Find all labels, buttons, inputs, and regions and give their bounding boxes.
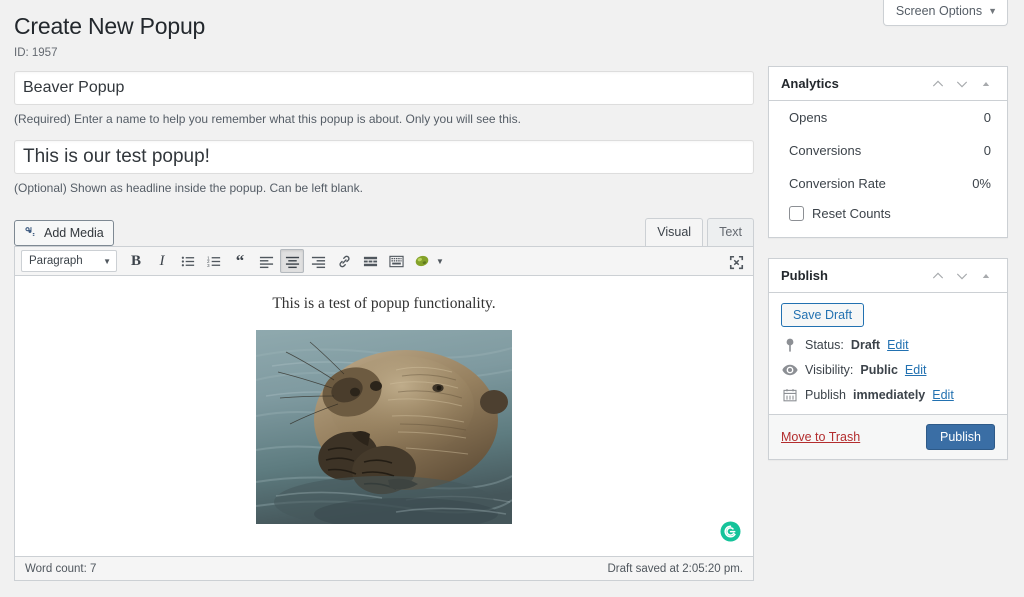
publish-panel-body: Save Draft Status: Draft Edit Visibility… <box>769 293 1007 414</box>
draft-saved-label: Draft saved at 2:05:20 pm. <box>607 562 743 575</box>
content-editor: Add Media Visual Text Paragraph ▼ B I 1 … <box>14 212 754 582</box>
word-count-label: Word count: 7 <box>25 562 97 575</box>
chevron-down-icon: ▼ <box>103 256 111 266</box>
editor-content: This is a test of popup functionality. <box>15 276 753 524</box>
svg-text:3: 3 <box>207 263 210 268</box>
popup-name-input[interactable] <box>14 70 754 105</box>
status-prefix: Status: <box>805 338 844 352</box>
analytics-row-conversion-rate: Conversion Rate 0% <box>769 167 1007 200</box>
editor-top-row: Add Media Visual Text <box>14 212 754 248</box>
popup-name-hint: (Required) Enter a name to help you reme… <box>14 111 521 126</box>
calendar-icon <box>781 388 798 402</box>
tab-text[interactable]: Text <box>707 218 754 248</box>
analytics-value: 0 <box>983 143 991 158</box>
distraction-free-icon[interactable] <box>724 250 748 274</box>
screen-options-label: Screen Options <box>895 4 983 18</box>
edit-publish-date-link[interactable]: Edit <box>932 388 954 402</box>
toggle-panel-icon[interactable] <box>975 73 997 95</box>
toggle-panel-icon[interactable] <box>975 265 997 287</box>
add-media-label: Add Media <box>44 226 104 241</box>
bulleted-list-icon[interactable] <box>176 249 200 273</box>
chevron-down-icon[interactable]: ▼ <box>436 257 444 266</box>
publish-status-row: Status: Draft Edit <box>781 338 995 352</box>
move-up-icon[interactable] <box>927 73 949 95</box>
numbered-list-icon[interactable]: 1 2 3 <box>202 249 226 273</box>
publish-panel-title: Publish <box>781 268 828 283</box>
analytics-row-opens: Opens 0 <box>769 101 1007 134</box>
move-to-trash-link[interactable]: Move to Trash <box>781 430 860 444</box>
visibility-prefix: Visibility: <box>805 363 854 377</box>
pin-icon <box>781 338 798 352</box>
toolbar-toggle-icon[interactable] <box>384 249 408 273</box>
publish-button[interactable]: Publish <box>926 424 995 450</box>
edit-visibility-link[interactable]: Edit <box>905 363 927 377</box>
popup-headline-input[interactable] <box>14 139 754 174</box>
reset-counts-label: Reset Counts <box>812 206 891 221</box>
publish-date-prefix: Publish <box>805 388 846 402</box>
sidebar-column: Analytics Opens 0 Conversions 0 Conversi… <box>768 66 1008 480</box>
publish-panel-footer: Move to Trash Publish <box>769 414 1007 459</box>
paragraph-format-select[interactable]: Paragraph ▼ <box>21 250 117 273</box>
publish-panel-header: Publish <box>769 259 1007 293</box>
move-down-icon[interactable] <box>951 265 973 287</box>
wp-admin-popup-editor-screen: Screen Options ▼ Create New Popup ID: 19… <box>0 0 1024 597</box>
editor-content-area[interactable]: This is a test of popup functionality. <box>14 276 754 558</box>
screen-options-button[interactable]: Screen Options ▼ <box>882 0 1008 26</box>
analytics-panel: Analytics Opens 0 Conversions 0 Conversi… <box>768 66 1008 238</box>
add-media-button[interactable]: Add Media <box>14 220 114 247</box>
analytics-value: 0% <box>972 176 991 191</box>
chevron-down-icon: ▼ <box>988 5 997 16</box>
blockquote-icon[interactable]: “ <box>228 249 252 273</box>
read-more-icon[interactable] <box>358 249 382 273</box>
align-center-icon[interactable] <box>280 249 304 274</box>
page-title: Create New Popup <box>14 13 206 39</box>
publish-date-value: immediately <box>853 388 926 402</box>
publish-visibility-row: Visibility: Public Edit <box>781 363 995 377</box>
bold-icon[interactable]: B <box>124 249 148 273</box>
post-id-label: ID: 1957 <box>14 46 58 59</box>
analytics-label: Conversion Rate <box>789 176 886 191</box>
analytics-panel-header: Analytics <box>769 67 1007 101</box>
editor-status-bar: Word count: 7 Draft saved at 2:05:20 pm. <box>14 557 754 582</box>
beaver-photo[interactable] <box>256 329 512 524</box>
link-icon[interactable] <box>332 249 356 273</box>
editor-mode-tabs: Visual Text <box>641 218 754 248</box>
analytics-panel-title: Analytics <box>781 76 839 91</box>
paragraph-format-value: Paragraph <box>29 255 83 268</box>
align-right-icon[interactable] <box>306 249 330 273</box>
editor-paragraph: This is a test of popup functionality. <box>272 295 496 313</box>
align-left-icon[interactable] <box>254 249 278 273</box>
tab-visual[interactable]: Visual <box>645 218 704 248</box>
panel-controls <box>927 73 997 95</box>
analytics-label: Conversions <box>789 143 862 158</box>
main-column: Create New Popup ID: 1957 (Required) Ent… <box>14 12 754 582</box>
status-value: Draft <box>850 338 881 352</box>
move-down-icon[interactable] <box>951 73 973 95</box>
move-up-icon[interactable] <box>927 265 949 287</box>
editor-toolbar: Paragraph ▼ B I 1 2 3 “ ▼ <box>14 246 754 277</box>
italic-icon[interactable]: I <box>150 249 174 273</box>
eye-icon <box>781 364 798 376</box>
grammarly-badge[interactable] <box>720 521 741 542</box>
analytics-row-conversions: Conversions 0 <box>769 134 1007 167</box>
publish-date-row: Publish immediately Edit <box>781 388 995 402</box>
spellcheck-icon[interactable] <box>410 249 434 273</box>
edit-status-link[interactable]: Edit <box>887 338 909 352</box>
analytics-label: Opens <box>789 110 828 125</box>
reset-counts-checkbox[interactable] <box>789 206 804 221</box>
analytics-value: 0 <box>983 110 991 125</box>
visibility-value: Public <box>860 363 898 377</box>
media-icon <box>24 225 38 242</box>
reset-counts-row: Reset Counts <box>769 200 1007 237</box>
popup-headline-hint: (Optional) Shown as headline inside the … <box>14 180 363 195</box>
save-draft-button[interactable]: Save Draft <box>781 303 865 327</box>
panel-controls <box>927 265 997 287</box>
publish-panel: Publish Save Draft Status: Draft Edit Vi… <box>768 258 1008 460</box>
